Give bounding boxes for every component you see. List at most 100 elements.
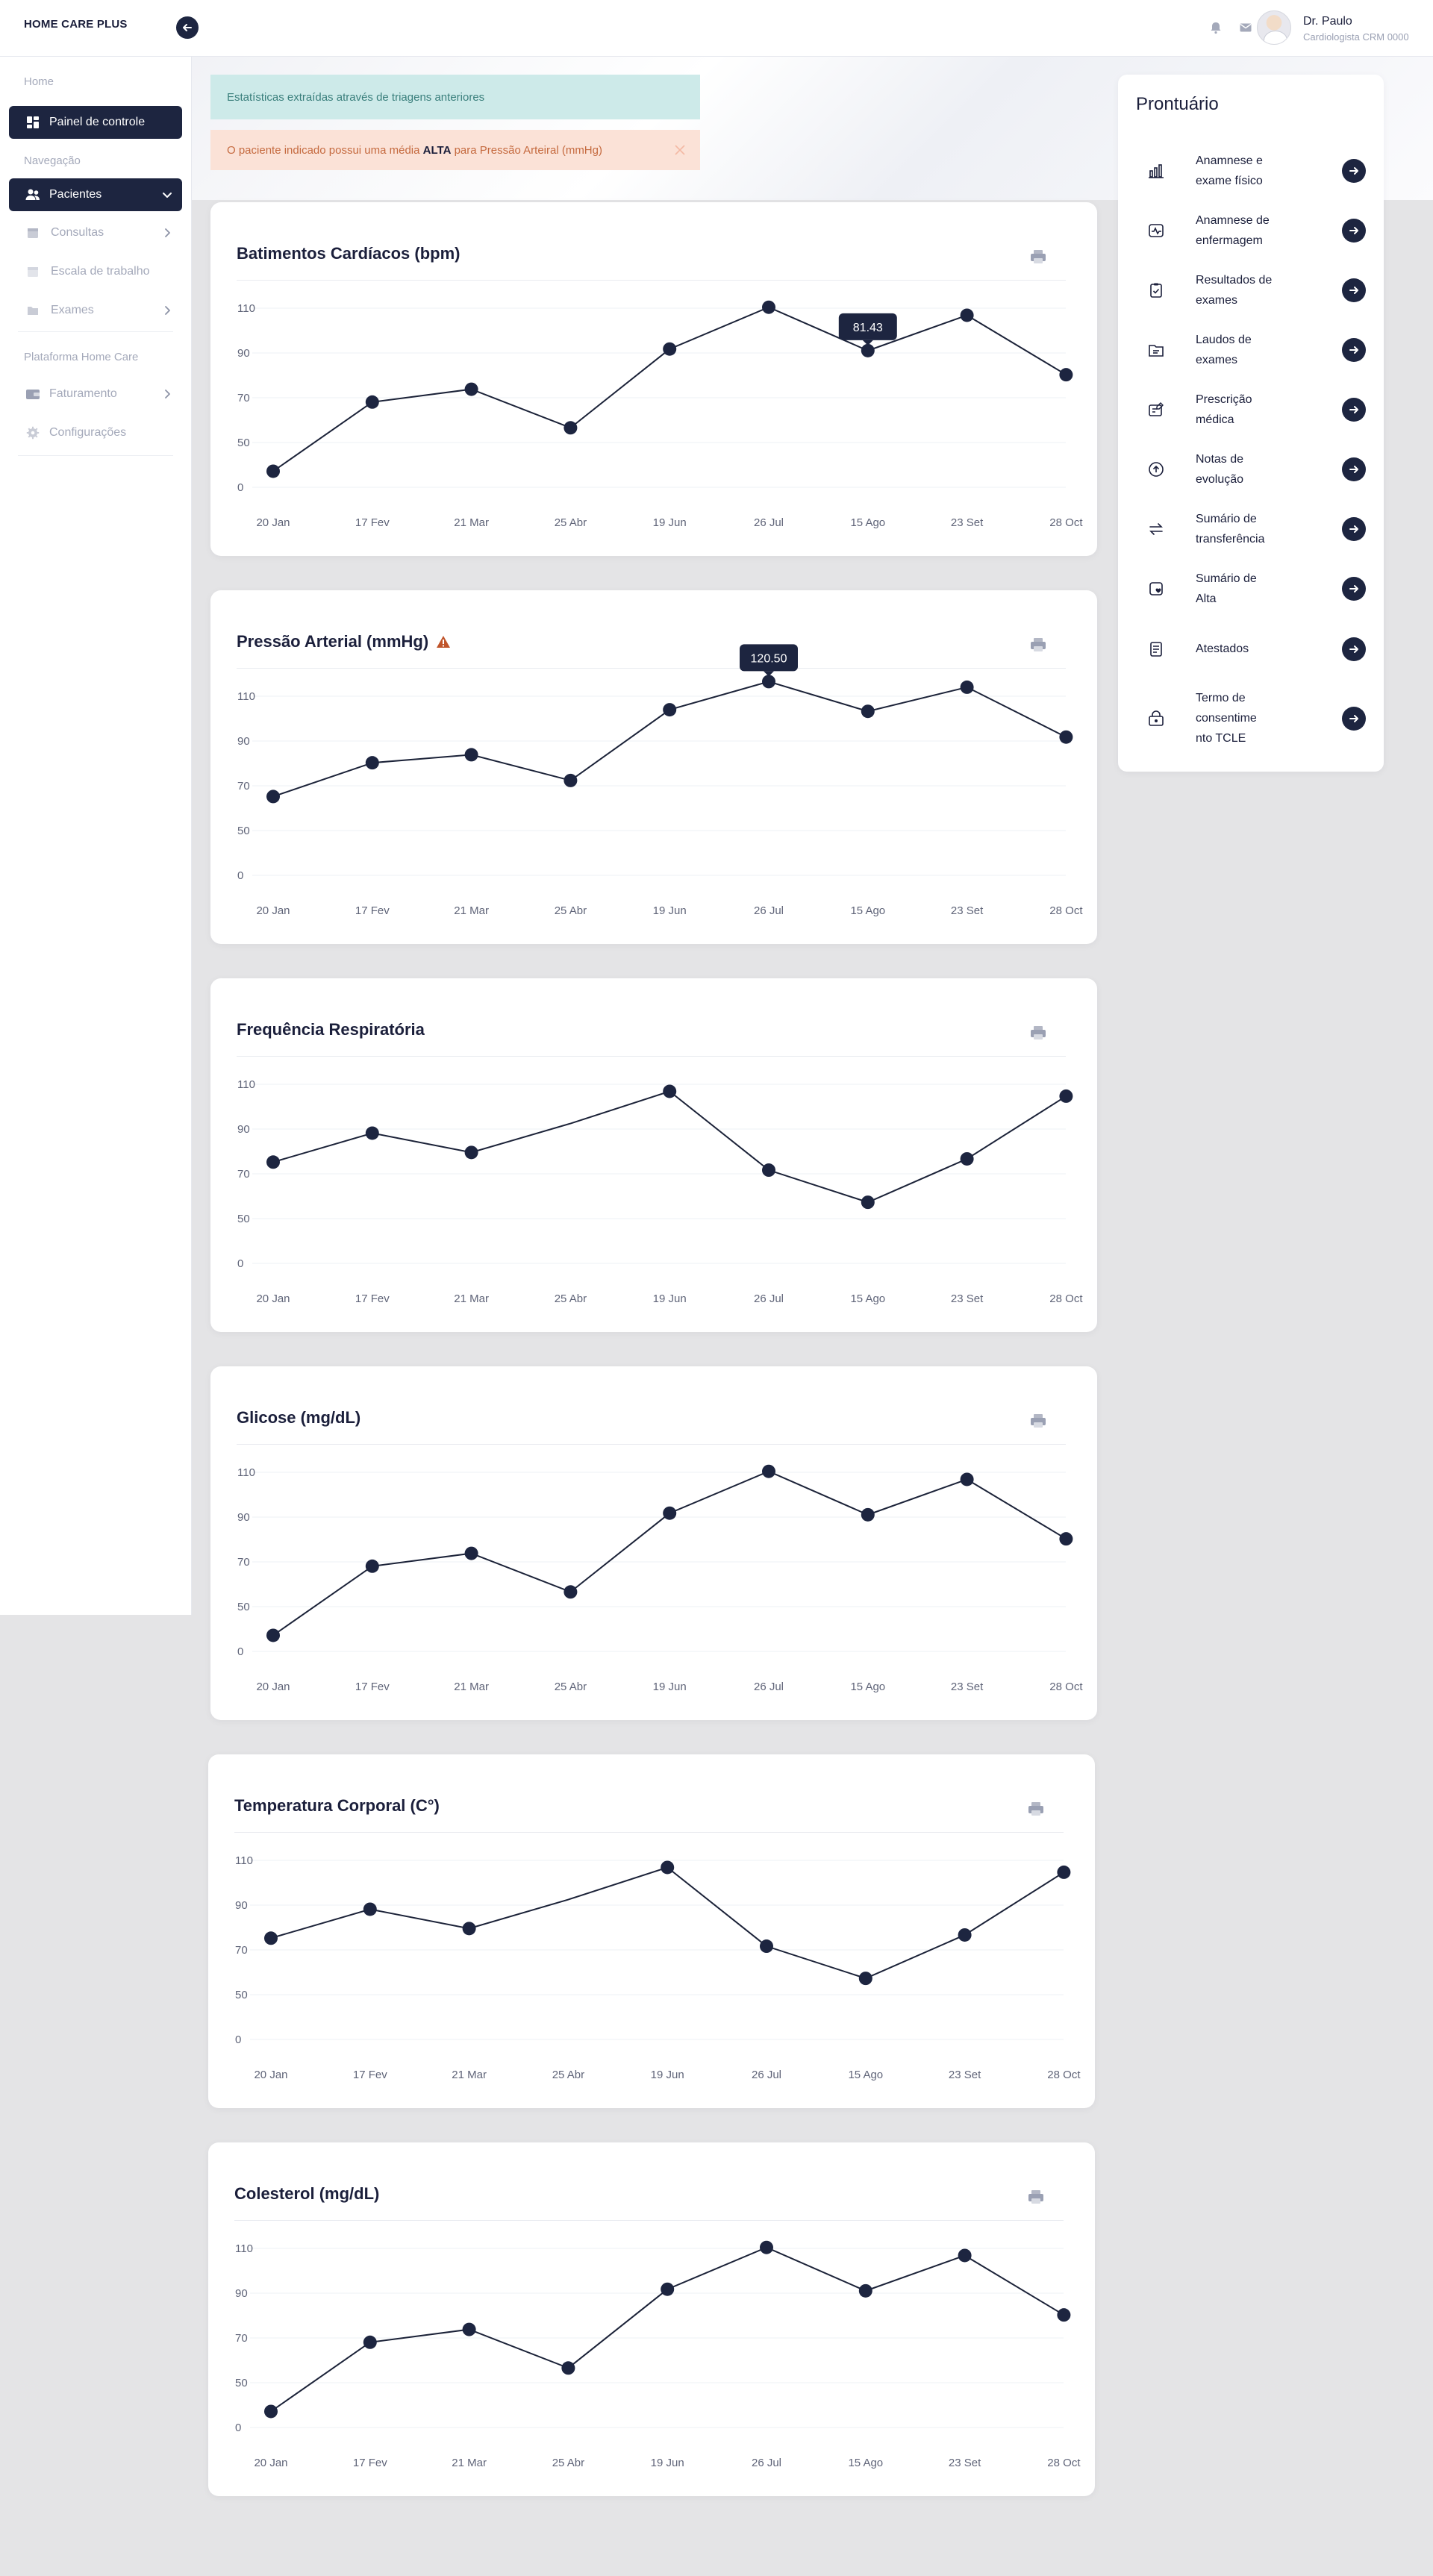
data-point[interactable] xyxy=(1059,368,1073,382)
data-point[interactable] xyxy=(266,1628,280,1642)
sidebar-item-consultas[interactable]: Consultas xyxy=(9,216,182,249)
sidebar-item-configuracoes[interactable]: Configurações xyxy=(9,416,182,449)
open-arrow-button[interactable] xyxy=(1342,159,1366,183)
data-point[interactable] xyxy=(663,1084,677,1098)
data-point[interactable] xyxy=(264,1931,278,1945)
wallet-icon xyxy=(25,387,40,401)
prontuario-item[interactable]: Sumário de Alta xyxy=(1118,569,1384,609)
data-point[interactable] xyxy=(266,790,280,804)
open-arrow-button[interactable] xyxy=(1342,219,1366,243)
prontuario-item-label: Prescrição médica xyxy=(1196,390,1293,430)
data-point[interactable] xyxy=(365,395,379,409)
data-point[interactable] xyxy=(760,1939,773,1954)
data-point[interactable] xyxy=(762,1163,775,1178)
data-point[interactable] xyxy=(464,382,478,396)
sidebar-item-label: Escala de trabalho xyxy=(51,265,150,278)
data-point[interactable] xyxy=(365,1559,379,1573)
data-point[interactable] xyxy=(958,1928,972,1942)
messages-button[interactable] xyxy=(1237,19,1254,36)
data-point[interactable] xyxy=(464,1145,478,1160)
prontuario-item[interactable]: Anamnese de enfermagem xyxy=(1118,210,1384,251)
avatar[interactable] xyxy=(1257,10,1291,45)
data-point[interactable] xyxy=(861,1195,875,1210)
prontuario-item[interactable]: Laudos de exames xyxy=(1118,330,1384,370)
sidebar-item-faturamento[interactable]: Faturamento xyxy=(9,378,182,410)
data-point[interactable] xyxy=(363,1902,377,1916)
data-point[interactable] xyxy=(861,1507,875,1522)
prontuario-item-label-line: Notas de xyxy=(1196,453,1244,466)
data-point[interactable] xyxy=(1059,1089,1073,1103)
prontuario-item-label-line: Alta xyxy=(1196,593,1217,605)
data-point[interactable] xyxy=(861,704,875,719)
data-point[interactable] xyxy=(663,703,677,717)
data-point[interactable] xyxy=(1057,2308,1071,2322)
collapse-sidebar-button[interactable] xyxy=(176,16,199,39)
x-tick-label: 19 Jun xyxy=(653,1681,687,1693)
prontuario-item[interactable]: Prescrição médica xyxy=(1118,390,1384,430)
data-point[interactable] xyxy=(1059,1532,1073,1546)
data-point[interactable] xyxy=(561,2361,575,2375)
data-point[interactable] xyxy=(462,2322,476,2336)
open-arrow-button[interactable] xyxy=(1342,278,1366,302)
data-point[interactable] xyxy=(762,300,775,314)
data-point[interactable] xyxy=(960,680,974,694)
data-point[interactable] xyxy=(663,342,677,356)
prontuario-item[interactable]: Anamnese e exame físico xyxy=(1118,151,1384,191)
open-arrow-button[interactable] xyxy=(1342,637,1366,661)
data-point[interactable] xyxy=(365,1126,379,1140)
data-point[interactable] xyxy=(462,1922,476,1936)
data-point[interactable] xyxy=(960,1472,974,1486)
x-tick-label: 20 Jan xyxy=(256,904,290,917)
prontuario-item[interactable]: Atestados xyxy=(1118,637,1384,661)
data-point[interactable] xyxy=(365,756,379,770)
data-point[interactable] xyxy=(960,308,974,322)
prontuario-item[interactable]: Notas de evolução xyxy=(1118,449,1384,490)
open-arrow-button[interactable] xyxy=(1342,457,1366,481)
series-line xyxy=(270,1866,1064,1980)
close-icon[interactable] xyxy=(673,143,687,157)
data-point[interactable] xyxy=(661,2282,675,2296)
open-arrow-button[interactable] xyxy=(1342,517,1366,541)
data-point[interactable] xyxy=(760,2240,773,2254)
open-arrow-button[interactable] xyxy=(1342,338,1366,362)
data-point[interactable] xyxy=(661,1860,675,1875)
notifications-button[interactable] xyxy=(1208,19,1224,36)
brand-logo[interactable]: HOME CARE PLUS xyxy=(24,18,128,31)
data-point[interactable] xyxy=(266,464,280,478)
sidebar-item-escala[interactable]: Escala de trabalho xyxy=(9,255,182,288)
data-point[interactable] xyxy=(762,675,775,689)
data-point[interactable] xyxy=(958,2248,972,2263)
sidebar-item-patients[interactable]: Pacientes xyxy=(9,178,182,211)
x-tick-label: 26 Jul xyxy=(754,1292,784,1305)
data-point[interactable] xyxy=(363,2335,377,2349)
data-point[interactable] xyxy=(663,1506,677,1520)
prontuario-item[interactable]: Resultados de exames xyxy=(1118,270,1384,310)
data-point[interactable] xyxy=(858,1972,872,1986)
open-arrow-button[interactable] xyxy=(1342,706,1366,731)
sidebar-item-dashboard[interactable]: Painel de controle xyxy=(9,106,182,139)
data-point[interactable] xyxy=(264,2404,278,2419)
data-point[interactable] xyxy=(266,1155,280,1169)
data-point[interactable] xyxy=(858,2283,872,2298)
open-arrow-button[interactable] xyxy=(1342,398,1366,422)
data-point[interactable] xyxy=(960,1151,974,1166)
data-point[interactable] xyxy=(1059,730,1073,744)
sidebar-divider xyxy=(18,331,173,332)
x-tick-label: 25 Abr xyxy=(552,2457,584,2469)
x-tick-label: 26 Jul xyxy=(752,2069,781,2081)
data-point[interactable] xyxy=(1057,1865,1071,1879)
warning-alert-suffix: para Pressão Arteiral (mmHg) xyxy=(451,143,602,157)
open-arrow-button[interactable] xyxy=(1342,577,1366,601)
data-point[interactable] xyxy=(563,773,578,787)
prontuario-item[interactable]: Sumário de transferência xyxy=(1118,509,1384,549)
x-tick-label: 20 Jan xyxy=(254,2069,287,2081)
data-point[interactable] xyxy=(861,343,875,357)
sidebar-item-exames[interactable]: Exames xyxy=(9,294,182,327)
heart-doc-icon xyxy=(1149,582,1163,595)
data-point[interactable] xyxy=(563,1585,578,1599)
prontuario-item[interactable]: Termo de consentime nto TCLE xyxy=(1118,688,1384,748)
data-point[interactable] xyxy=(464,748,478,762)
data-point[interactable] xyxy=(464,1546,478,1560)
data-point[interactable] xyxy=(762,1464,775,1478)
data-point[interactable] xyxy=(563,421,578,435)
